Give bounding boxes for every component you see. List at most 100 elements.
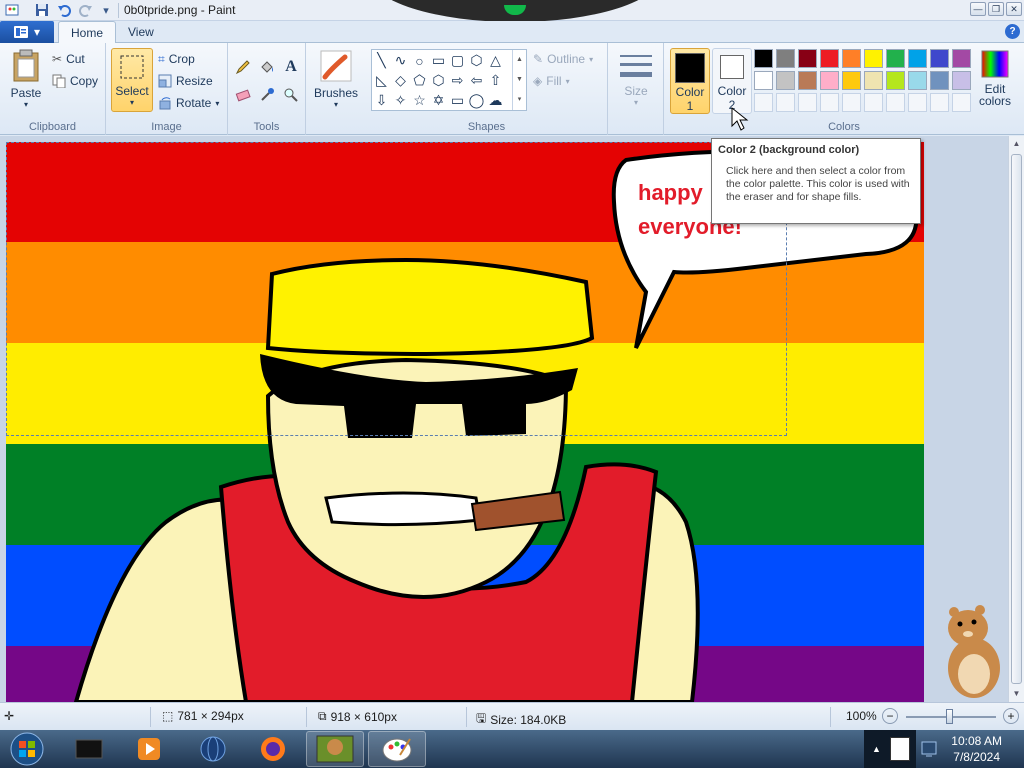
empty-custom-swatch[interactable] [908,93,927,112]
five-point-star-shape-icon[interactable]: ☆ [410,91,429,110]
scroll-down-icon[interactable]: ▼ [1009,686,1024,702]
palette-swatch[interactable] [864,71,883,90]
tray-search-icon[interactable] [890,737,910,761]
text-tool-icon[interactable]: A [281,57,301,77]
polygon-shape-icon[interactable]: ⬡ [467,51,486,70]
palette-swatch[interactable] [952,49,971,68]
undo-icon[interactable] [56,2,72,18]
palette-swatch[interactable] [754,49,773,68]
eraser-icon[interactable] [233,85,253,105]
shapes-scroll[interactable]: ▲ ▼ ▾ [512,50,526,110]
taskbar-app-media-player[interactable] [120,731,178,767]
rotate-button[interactable]: Rotate ▾ [158,94,219,112]
cloud-callout-shape-icon[interactable]: ☁ [486,91,505,110]
zoom-out-button[interactable]: − [882,708,898,724]
hamster-desktop-pet[interactable] [938,604,1008,702]
palette-swatch[interactable] [820,49,839,68]
taskbar-clock[interactable]: 10:08 AM 7/8/2024 [951,733,1002,765]
palette-swatch[interactable] [930,71,949,90]
palette-swatch[interactable] [798,49,817,68]
oval-callout-shape-icon[interactable]: ◯ [467,91,486,110]
palette-swatch[interactable] [864,49,883,68]
rounded-callout-shape-icon[interactable]: ▭ [448,91,467,110]
palette-swatch[interactable] [908,71,927,90]
empty-custom-swatch[interactable] [798,93,817,112]
taskbar-app-globe[interactable] [184,731,242,767]
palette-swatch[interactable] [886,71,905,90]
empty-custom-swatch[interactable] [776,93,795,112]
right-triangle-shape-icon[interactable]: ◺ [372,71,391,90]
palette-swatch[interactable] [886,49,905,68]
rounded-rectangle-shape-icon[interactable]: ▢ [448,51,467,70]
empty-custom-swatch[interactable] [886,93,905,112]
empty-custom-swatch[interactable] [930,93,949,112]
oval-shape-icon[interactable]: ○ [410,51,429,70]
brushes-button[interactable]: Brushes ▾ [312,49,360,109]
empty-custom-swatch[interactable] [864,93,883,112]
palette-swatch[interactable] [776,49,795,68]
paste-button[interactable]: Paste ▾ [6,49,46,109]
edit-colors-button[interactable]: Edit colors [974,49,1016,108]
rectangle-shape-icon[interactable]: ▭ [429,51,448,70]
resize-button[interactable]: Resize [158,72,213,90]
hexagon-shape-icon[interactable]: ⬡ [429,71,448,90]
size-button[interactable]: Size ▾ [618,51,654,107]
zoom-in-button[interactable]: + [1003,708,1019,724]
zoom-slider-thumb[interactable] [946,709,953,724]
pencil-icon[interactable] [233,57,253,77]
minimize-button[interactable]: — [970,2,986,16]
cut-button[interactable]: ✂ Cut [52,50,85,68]
up-arrow-shape-icon[interactable]: ⇧ [486,71,505,90]
palette-swatch[interactable] [952,71,971,90]
palette-swatch[interactable] [754,71,773,90]
diamond-shape-icon[interactable]: ◇ [391,71,410,90]
network-icon[interactable] [920,739,938,759]
outline-button[interactable]: ✎ Outline ▾ [533,50,593,68]
tab-home[interactable]: Home [58,21,117,44]
taskbar-app-firefox[interactable] [244,731,302,767]
close-button[interactable]: ✕ [1006,2,1022,16]
color-picker-icon[interactable] [257,85,277,105]
vertical-scrollbar[interactable]: ▲ ▼ [1008,136,1024,702]
help-icon[interactable]: ? [1005,24,1020,39]
palette-swatch[interactable] [798,71,817,90]
palette-swatch[interactable] [842,71,861,90]
start-button[interactable] [0,731,54,767]
palette-swatch[interactable] [842,49,861,68]
fill-bucket-icon[interactable] [257,57,277,77]
palette-swatch[interactable] [820,71,839,90]
redo-icon[interactable] [78,2,94,18]
paint-menu-button[interactable]: ▾ [0,21,54,43]
empty-custom-swatch[interactable] [842,93,861,112]
save-icon[interactable] [34,2,50,18]
six-point-star-shape-icon[interactable]: ✡ [429,91,448,110]
palette-swatch[interactable] [908,49,927,68]
palette-swatch[interactable] [776,71,795,90]
restore-button[interactable]: ❐ [988,2,1004,16]
empty-custom-swatch[interactable] [952,93,971,112]
scroll-up-icon[interactable]: ▲ [1009,136,1024,152]
scroll-thumb[interactable] [1011,154,1022,684]
curve-shape-icon[interactable]: ∿ [391,51,410,70]
tab-view[interactable]: View [116,21,166,44]
four-point-star-shape-icon[interactable]: ✧ [391,91,410,110]
taskbar-app-hamster[interactable] [306,731,364,767]
right-arrow-shape-icon[interactable]: ⇨ [448,71,467,90]
select-button[interactable]: Select ▾ [111,48,153,112]
empty-custom-swatch[interactable] [754,93,773,112]
palette-swatch[interactable] [930,49,949,68]
triangle-shape-icon[interactable]: △ [486,51,505,70]
taskbar-app-terminal[interactable] [60,731,118,767]
fill-button[interactable]: ◈ Fill ▾ [533,72,570,90]
left-arrow-shape-icon[interactable]: ⇦ [467,71,486,90]
taskbar-app-paint[interactable] [368,731,426,767]
color1-button[interactable]: Color 1 [670,48,710,114]
copy-button[interactable]: Copy [52,72,98,90]
customize-quick-access-icon[interactable]: ▾ [98,2,114,18]
down-arrow-shape-icon[interactable]: ⇩ [372,91,391,110]
drawing-canvas[interactable]: happy everyone! [6,142,924,702]
tray-expand-icon[interactable]: ▲ [872,744,881,754]
selection-rectangle[interactable] [6,142,787,436]
empty-custom-swatch[interactable] [820,93,839,112]
magnifier-icon[interactable] [281,85,301,105]
